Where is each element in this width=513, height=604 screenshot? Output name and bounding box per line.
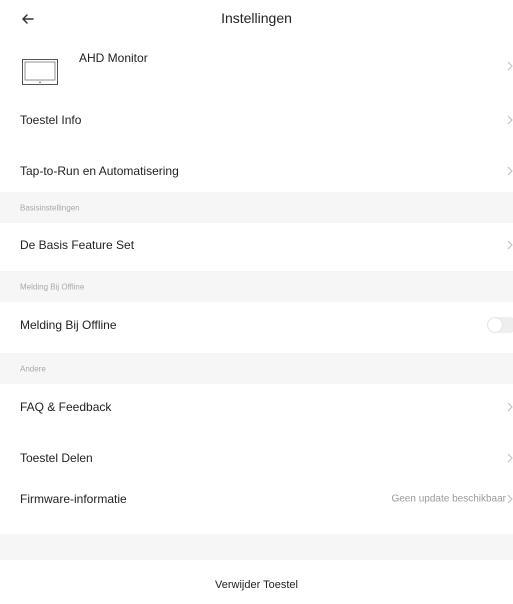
row-faq-feedback[interactable]: FAQ & Feedback [0,387,513,427]
section-header-offline: Melding Bij Offline [0,271,513,302]
chevron-right-icon [507,166,513,176]
chevron-right-icon [507,240,513,250]
row-offline-notification: Melding Bij Offline [0,305,513,345]
top-bar: Instellingen [0,0,513,40]
row-device-info[interactable]: Toestel Info [0,100,513,140]
chevron-right-icon [507,402,513,412]
chevron-right-icon [507,115,513,125]
device-name: AHD Monitor [79,51,148,65]
toggle-knob [488,318,502,332]
section-header-basic: Basisinstellingen [0,192,513,223]
row-share-device-label: Toestel Delen [20,451,93,465]
row-faq-feedback-label: FAQ & Feedback [20,400,112,414]
section-header-other: Andere [0,353,513,384]
row-basic-feature-set[interactable]: De Basis Feature Set [0,225,513,265]
remove-device-button[interactable]: Verwijder Toestel [0,572,513,598]
row-firmware-info[interactable]: Firmware-informatie Geen update beschikb… [0,479,513,519]
chevron-right-icon [507,61,513,71]
monitor-icon [22,59,58,85]
row-offline-notification-label: Melding Bij Offline [20,318,117,332]
page-title: Instellingen [221,10,292,26]
section-offline-label: Melding Bij Offline [20,282,85,291]
chevron-right-icon [507,494,513,504]
row-basic-feature-set-label: De Basis Feature Set [20,238,135,252]
row-tap-to-run-label: Tap-to-Run en Automatisering [20,164,179,178]
row-tap-to-run[interactable]: Tap-to-Run en Automatisering [0,151,513,191]
row-device-info-label: Toestel Info [20,113,82,127]
row-share-device[interactable]: Toestel Delen [0,438,513,478]
firmware-status: Geen update beschikbaar [391,493,506,505]
section-other-label: Andere [20,364,46,373]
section-basic-label: Basisinstellingen [20,203,80,212]
row-firmware-info-label: Firmware-informatie [20,492,127,506]
device-header[interactable]: AHD Monitor [0,44,513,100]
offline-notification-toggle[interactable] [487,317,513,333]
chevron-right-icon [507,453,513,463]
spacer-bar [0,534,513,560]
